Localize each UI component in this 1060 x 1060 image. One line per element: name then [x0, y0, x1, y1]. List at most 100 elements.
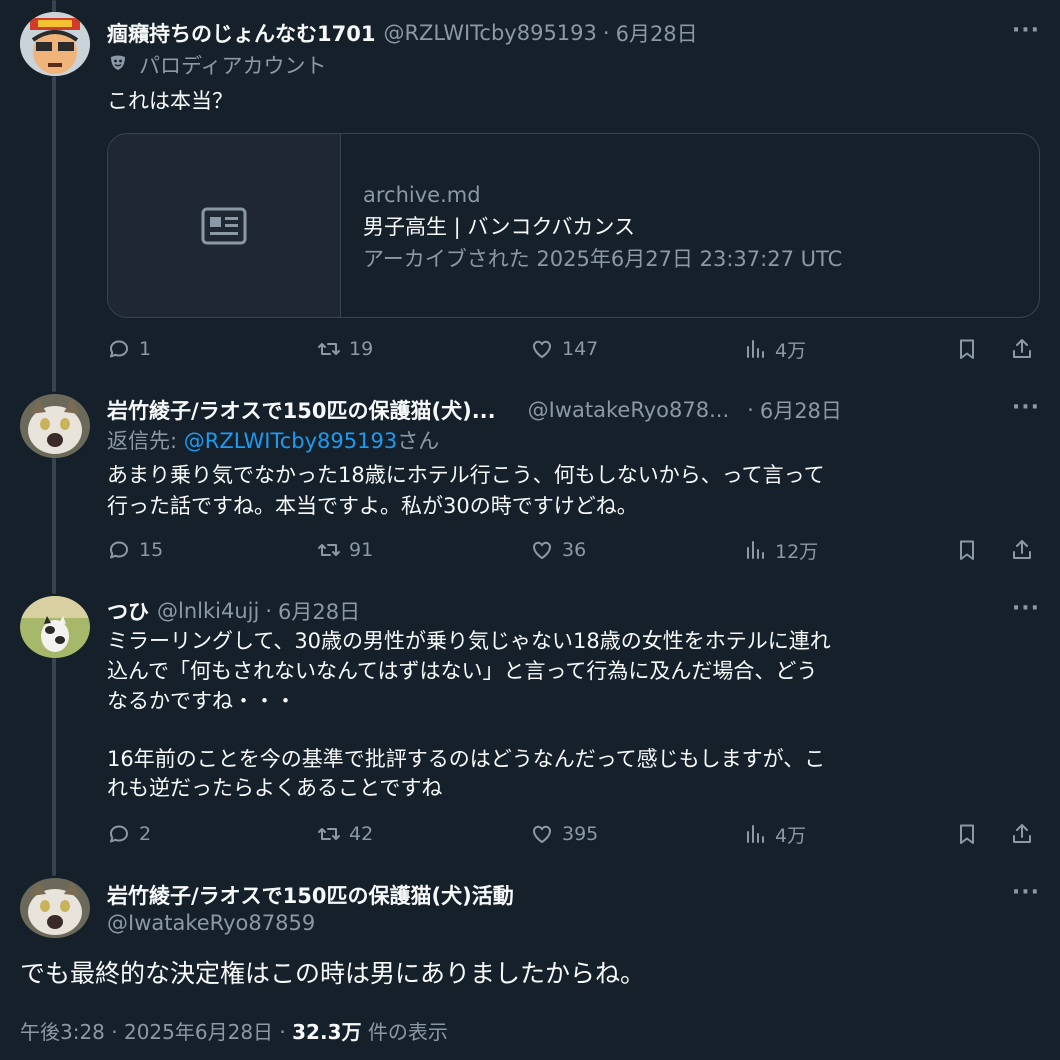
separator-dot: · [602, 21, 610, 45]
share-icon [1013, 824, 1031, 843]
reply-button[interactable]: 2 [107, 819, 151, 849]
heart-icon [532, 825, 552, 843]
share-button[interactable] [1010, 819, 1034, 849]
theater-masks-icon [107, 51, 129, 82]
bookmark-button[interactable] [955, 819, 979, 849]
bar-chart-icon [747, 340, 764, 358]
views-button[interactable]: 4万 [743, 819, 806, 849]
reply-button[interactable]: 1 [107, 334, 151, 364]
parody-label: パロディアカウント [107, 51, 327, 82]
view-count: 12万 [775, 540, 819, 563]
retweet-button[interactable]: 19 [317, 334, 373, 364]
retweet-button[interactable]: 42 [317, 819, 373, 849]
bookmark-icon [960, 339, 974, 359]
view-count-suffix: 件の表示 [361, 1020, 448, 1044]
tweet-text-line: あまり乗り気でなかった18歳にホテル行こう、何もしないから、って言って [107, 463, 825, 487]
reply-button[interactable]: 15 [107, 535, 163, 565]
retweet-icon [318, 343, 340, 355]
like-count: 395 [562, 823, 599, 845]
avatar-cat-photo-icon [20, 878, 90, 938]
retweet-icon [318, 544, 340, 556]
like-count: 147 [562, 338, 599, 360]
tweet-text-line: れも逆だったらよくあることですね [107, 776, 443, 800]
share-button[interactable] [1010, 334, 1034, 364]
tweet-text-line: 行った話ですね。本当ですよ。私が30の時ですけどね。 [107, 494, 638, 518]
author-handle[interactable]: @IwatakeRyo878... [528, 398, 730, 422]
author-name[interactable]: 痼癪持ちのじょんなむ1701 [107, 18, 375, 48]
share-icon [1013, 339, 1031, 358]
view-count: 4万 [775, 824, 807, 847]
avatar[interactable] [20, 878, 90, 938]
tweet-text-line: 込んで「何もされないなんてはずはない」と言って行為に及んだ場合、どう [107, 659, 818, 683]
like-button[interactable]: 395 [530, 819, 598, 849]
tweet-date[interactable]: 6月28日 [616, 18, 698, 48]
author-handle[interactable]: @lnlki4ujj [157, 599, 259, 623]
views-button[interactable]: 4万 [743, 334, 806, 364]
retweet-count: 19 [349, 338, 374, 360]
more-options-button[interactable]: ··· [1012, 395, 1040, 420]
reply-count: 2 [139, 823, 152, 845]
bar-chart-icon [747, 541, 764, 559]
heart-icon [532, 541, 552, 559]
reply-count: 1 [139, 338, 152, 360]
main-tweet-text: でも最終的な決定権はこの時は男にありましたからね。 [20, 959, 646, 988]
retweet-button[interactable]: 91 [317, 535, 373, 565]
avatar[interactable] [20, 12, 90, 76]
parody-label-text: パロディアカウント [139, 54, 327, 78]
views-button[interactable]: 12万 [743, 535, 818, 565]
reply-icon [110, 340, 128, 358]
avatar-cartoon-face-icon [20, 12, 90, 76]
tweet-text-line: ミラーリングして、30歳の男性が乗り気じゃない18歳の女性をホテルに連れ [107, 629, 831, 653]
share-button[interactable] [1010, 535, 1034, 565]
reply-context: 返信先: @RZLWITcby895193さん [107, 426, 439, 457]
card-body: archive.md 男子高生 | バンコクバカンス アーカイブされた 2025… [341, 134, 842, 317]
tweet-text: これは本当？ [107, 89, 233, 113]
thread-line [52, 658, 56, 876]
reply-to-link[interactable]: @RZLWITcby895193 [184, 429, 397, 453]
tweet-text-line: 16年前のことを今の基準で批評するのはどうなんだって感じもしますが、こ [107, 747, 826, 771]
tweet-meta: 午後3:28 · 2025年6月28日 · 32.3万 件の表示 [20, 1016, 448, 1045]
link-card[interactable]: archive.md 男子高生 | バンコクバカンス アーカイブされた 2025… [107, 133, 1040, 318]
retweet-count: 42 [349, 823, 374, 845]
author-name[interactable]: 岩竹綾子/ラオスで150匹の保護猫(犬)活動 [107, 880, 514, 910]
thread-line [52, 458, 56, 594]
separator-dot: · [747, 398, 754, 422]
avatar-cat-photo-icon [20, 394, 90, 458]
bookmark-button[interactable] [955, 334, 979, 364]
avatar-cat-field-icon [20, 596, 90, 658]
more-options-button[interactable]: ··· [1012, 880, 1040, 905]
retweet-icon [318, 828, 340, 840]
retweet-count: 91 [349, 539, 374, 561]
more-options-button[interactable]: ··· [1012, 596, 1040, 621]
reply-count: 15 [139, 539, 164, 561]
action-bar: 2 42 395 4万 [107, 819, 1042, 849]
reply-icon [110, 825, 128, 843]
action-bar: 1 19 147 4万 [107, 334, 1042, 364]
card-domain: archive.md [363, 183, 481, 207]
author-name[interactable]: つひ [107, 596, 149, 626]
view-count: 32.3万 [292, 1020, 362, 1044]
avatar[interactable] [20, 394, 90, 458]
like-button[interactable]: 36 [530, 535, 586, 565]
author-handle[interactable]: @RZLWITcby895193 [383, 21, 596, 45]
avatar[interactable] [20, 596, 90, 658]
more-options-button[interactable]: ··· [1012, 18, 1040, 43]
author-name[interactable]: 岩竹綾子/ラオスで150匹の保護猫(犬)... [107, 395, 496, 425]
view-count: 4万 [775, 339, 807, 362]
article-icon [201, 207, 247, 244]
tweet-text-line: なるかですね・・・ [107, 689, 296, 713]
card-meta: アーカイブされた 2025年6月27日 23:37:27 UTC [363, 247, 843, 271]
heart-icon [532, 340, 552, 358]
like-count: 36 [562, 539, 587, 561]
author-handle[interactable]: @IwatakeRyo87859 [107, 908, 315, 939]
tweet-date[interactable]: 6月28日 [760, 395, 842, 425]
reply-icon [110, 541, 128, 559]
bookmark-button[interactable] [955, 535, 979, 565]
tweet-timestamp[interactable]: 午後3:28 · 2025年6月28日 · [20, 1020, 292, 1044]
bookmark-icon [960, 824, 974, 844]
reply-suffix: さん [397, 429, 440, 453]
action-bar: 15 91 36 12万 [107, 535, 1042, 565]
like-button[interactable]: 147 [530, 334, 598, 364]
card-thumbnail [108, 134, 341, 317]
tweet-date[interactable]: 6月28日 [278, 596, 360, 626]
